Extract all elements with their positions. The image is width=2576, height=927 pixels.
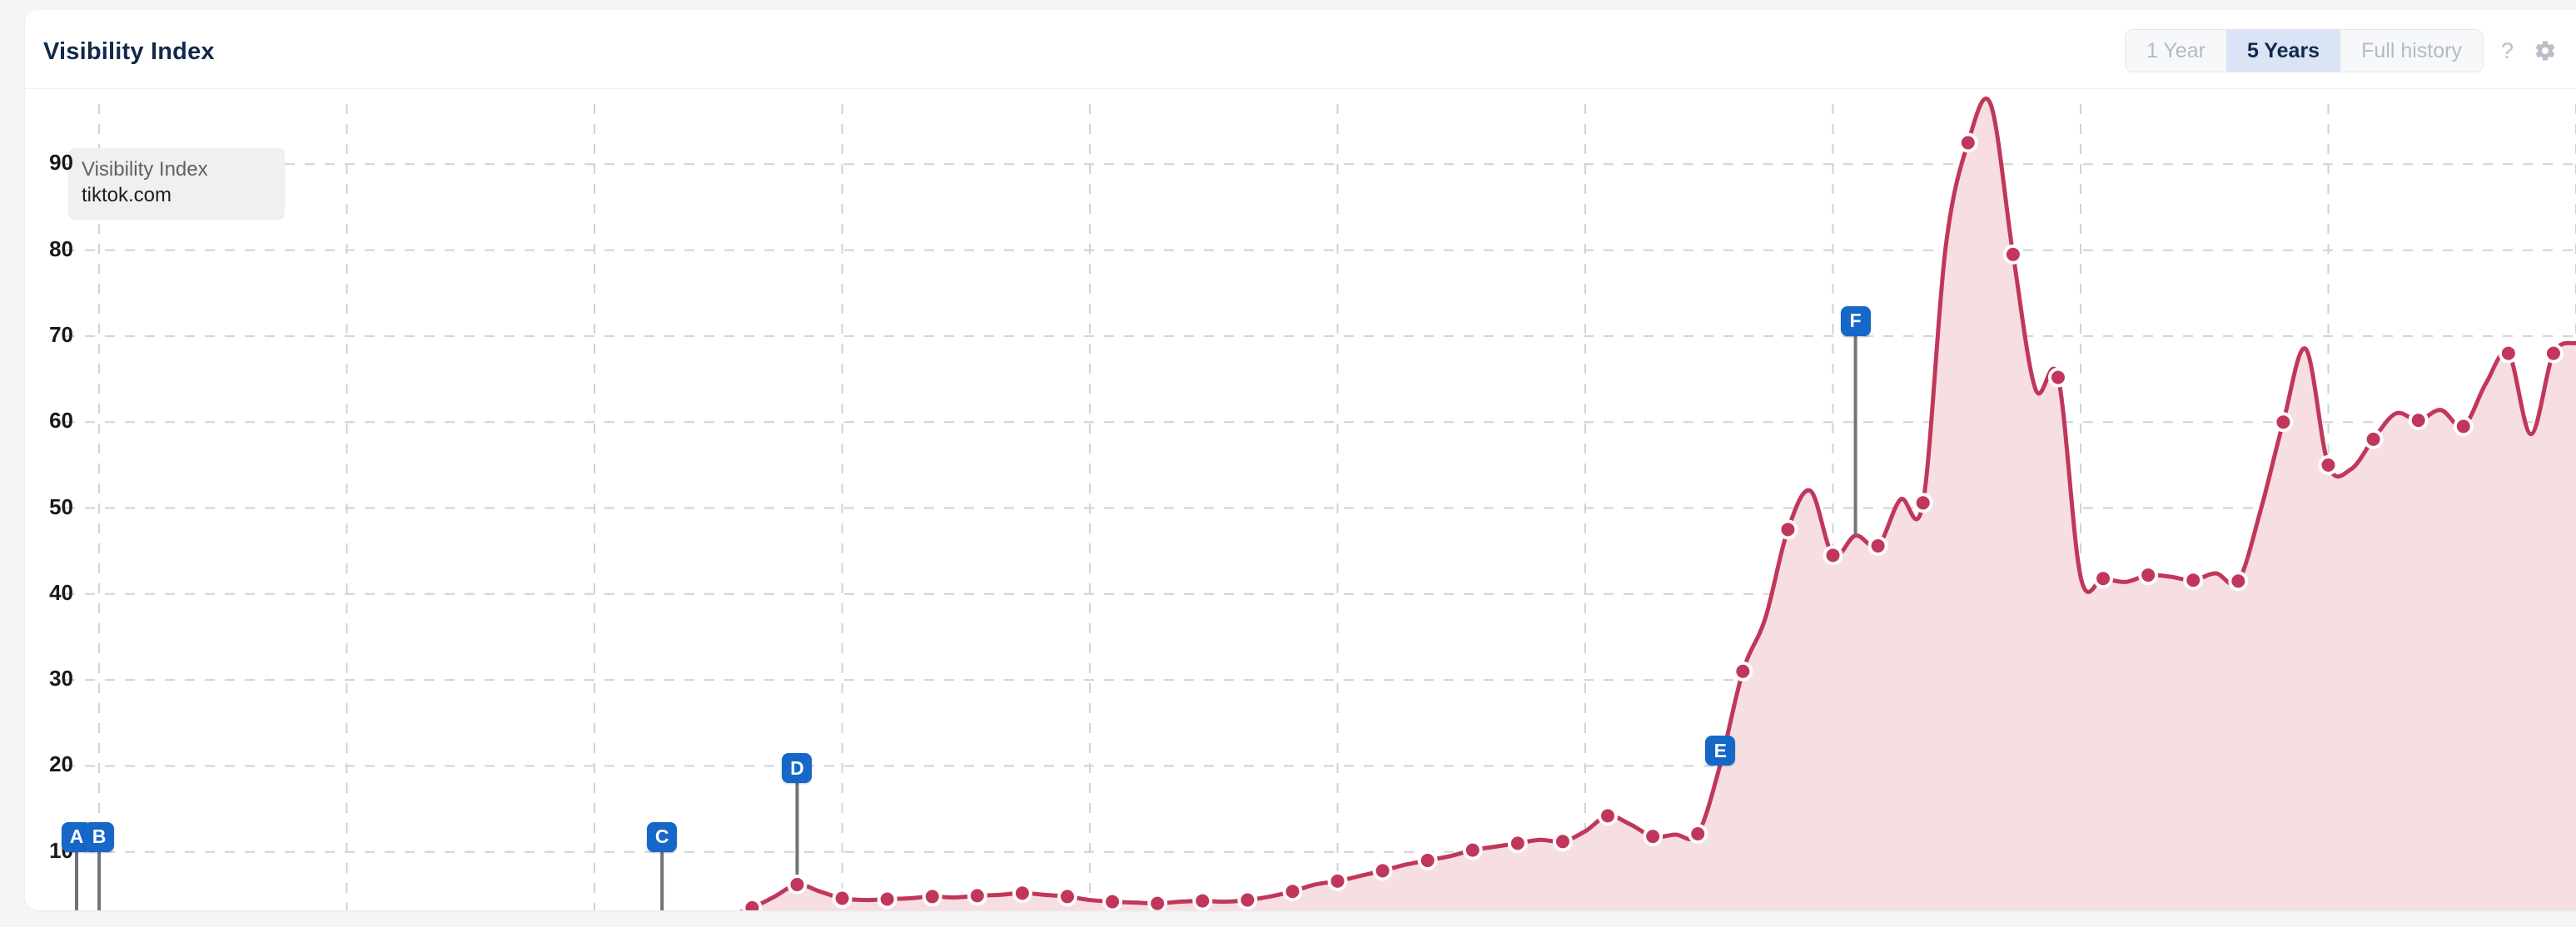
chart-legend: Visibility Index tiktok.com <box>68 148 285 220</box>
visibility-index-card: Visibility Index 1 Year 5 Years Full his… <box>25 10 2576 910</box>
gear-icon[interactable] <box>2531 39 2559 62</box>
range-button-full-history[interactable]: Full history <box>2340 30 2483 72</box>
legend-metric-label: Visibility Index <box>82 158 208 181</box>
annotation-marker-d[interactable]: D <box>782 753 813 784</box>
card-header: Visibility Index 1 Year 5 Years Full his… <box>25 10 2576 89</box>
chart-plot-area: Visibility Index tiktok.com 10 20 30 40 50 60… <box>25 89 2576 910</box>
annotation-marker-e[interactable]: E <box>1705 736 1736 766</box>
y-tick-50: 50 <box>49 493 73 519</box>
header-controls: 1 Year 5 Years Full history ? <box>2125 29 2559 72</box>
visibility-index-page: Visibility Index 1 Year 5 Years Full his… <box>0 0 2576 927</box>
annotation-marker-b[interactable]: B <box>84 821 115 852</box>
range-button-5-years[interactable]: 5 Years <box>2225 30 2341 72</box>
y-tick-70: 70 <box>49 321 73 347</box>
y-tick-60: 60 <box>49 408 73 434</box>
page-title: Visibility Index <box>43 38 215 65</box>
y-tick-80: 80 <box>49 235 73 261</box>
time-range-segmented-control[interactable]: 1 Year 5 Years Full history <box>2125 29 2484 72</box>
legend-domain-label: tiktok.com <box>82 184 172 207</box>
y-tick-20: 20 <box>49 751 73 777</box>
y-tick-40: 40 <box>49 579 73 605</box>
y-tick-90: 90 <box>49 150 73 176</box>
range-button-1-year[interactable]: 1 Year <box>2126 30 2226 72</box>
y-tick-30: 30 <box>49 666 73 692</box>
visibility-index-chart <box>65 96 2576 910</box>
annotation-marker-f[interactable]: F <box>1840 305 1871 336</box>
annotation-marker-c[interactable]: C <box>647 821 678 852</box>
help-icon[interactable]: ? <box>2499 39 2516 62</box>
